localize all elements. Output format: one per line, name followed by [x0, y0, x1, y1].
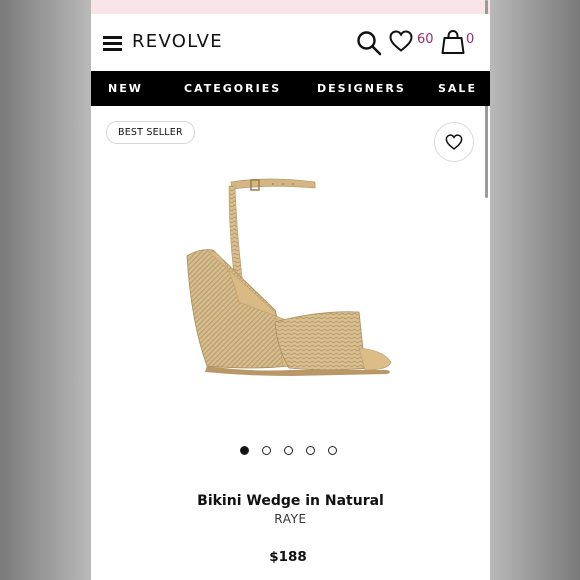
carousel-dot[interactable] [306, 446, 315, 455]
site-header: REVOLVE 60 0 [91, 14, 490, 71]
nav-item-sale[interactable]: SALE [438, 82, 477, 95]
product-title: Bikini Wedge in Natural [197, 493, 384, 509]
promo-bar[interactable] [91, 0, 490, 14]
nav-item-new[interactable]: NEW [108, 82, 143, 95]
carousel-dot[interactable] [240, 446, 249, 455]
main-nav: NEW CATEGORIES DESIGNERS SALE [91, 71, 490, 106]
heart-icon[interactable] [389, 30, 413, 52]
best-seller-badge: BEST SELLER [106, 121, 195, 144]
brand-logo[interactable]: REVOLVE [132, 31, 223, 52]
add-to-wishlist-button[interactable] [434, 122, 474, 162]
bag-icon[interactable] [441, 29, 465, 55]
carousel-dot[interactable] [284, 446, 293, 455]
bag-count[interactable]: 0 [466, 32, 474, 47]
carousel-dot[interactable] [262, 446, 271, 455]
product-price: $188 [269, 549, 307, 565]
nav-item-categories[interactable]: CATEGORIES [184, 82, 281, 95]
phone-screen: REVOLVE 60 0 NEW CATEGORIES DESIGNERS SA… [91, 0, 490, 580]
product-image[interactable] [179, 172, 405, 382]
product-brand[interactable]: RAYE [91, 512, 490, 526]
carousel-dot[interactable] [328, 446, 337, 455]
wishlist-count[interactable]: 60 [417, 32, 434, 47]
nav-item-designers[interactable]: DESIGNERS [317, 82, 406, 95]
search-icon[interactable] [356, 30, 382, 56]
heart-outline-icon [445, 134, 463, 150]
menu-icon[interactable] [103, 36, 122, 51]
